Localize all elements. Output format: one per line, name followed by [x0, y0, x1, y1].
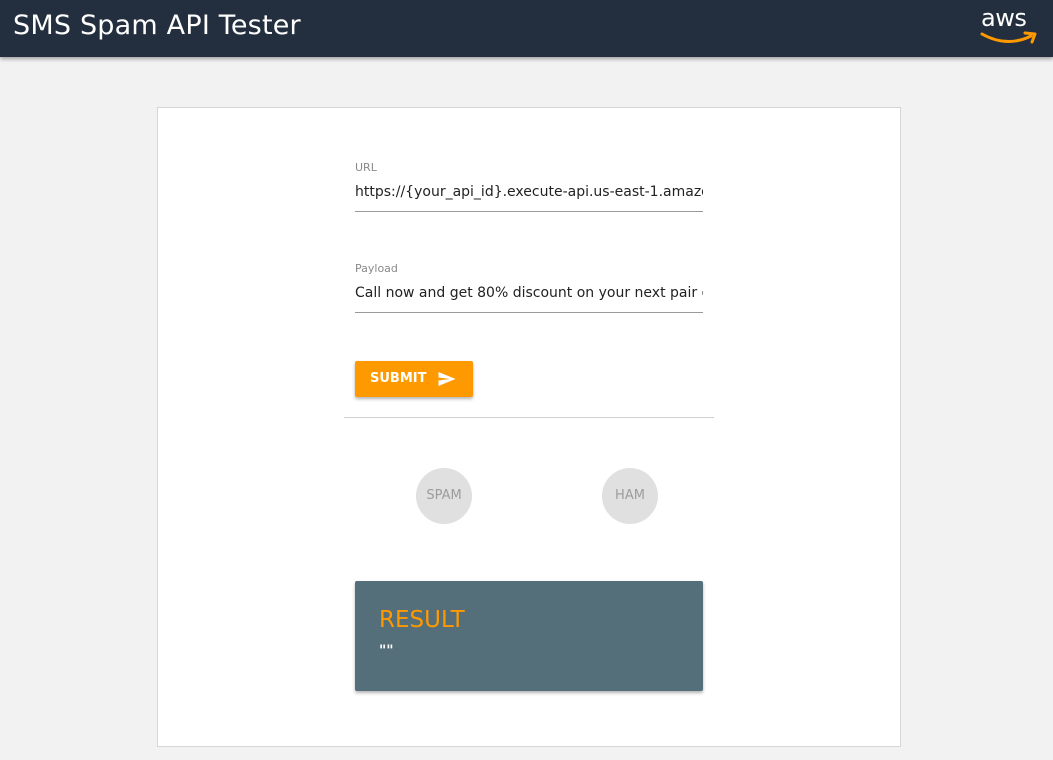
aws-smile-icon — [980, 31, 1037, 44]
section-divider — [344, 417, 714, 418]
url-input[interactable] — [355, 182, 703, 212]
payload-field: Payload — [355, 262, 703, 313]
submit-button-label: SUBMIT — [370, 371, 427, 386]
send-icon — [438, 372, 456, 386]
app-title: SMS Spam API Tester — [13, 10, 301, 41]
result-value: "" — [379, 643, 394, 659]
tester-card: URL Payload SUBMIT SPAM HAM RESULT "" — [157, 107, 901, 747]
top-app-bar: SMS Spam API Tester aws — [0, 0, 1053, 57]
ham-badge: HAM — [602, 468, 658, 524]
result-panel: RESULT "" — [355, 581, 703, 691]
spam-badge: SPAM — [416, 468, 472, 524]
url-field: URL — [355, 161, 703, 212]
url-label: URL — [355, 161, 377, 174]
result-title: RESULT — [379, 607, 465, 633]
submit-button[interactable]: SUBMIT — [355, 361, 473, 397]
payload-label: Payload — [355, 262, 398, 275]
payload-input[interactable] — [355, 283, 703, 313]
aws-logo: aws — [979, 4, 1041, 48]
